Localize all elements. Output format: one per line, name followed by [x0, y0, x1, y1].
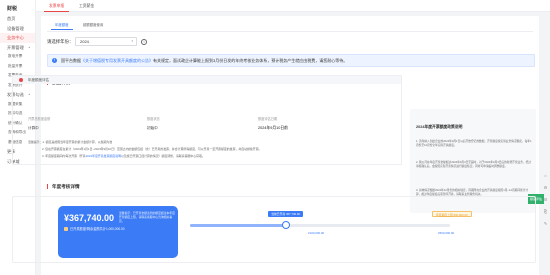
notice-policy-link[interactable]: 《关于增值税专用发票开具额度的公告》 [81, 58, 153, 63]
quota-detail-panel: 年度额度评估 开票总额度金额 计算中 额度状态 初始中 额度评估日期 2024年… [12, 75, 402, 165]
right-toolbar: ⌂ ⚙ ☰ ⎘ ✎ [542, 172, 550, 252]
divider [47, 31, 533, 32]
notice-banner: ! 国平台数据《关于增值税专用发票开具额度的公告》有关规定，面试政企计算能上报到… [47, 54, 535, 67]
amount-card-note: 温馨提示：已开票金额达到的额度超过本年度开票额度上限，请联系客服中心咨询相关事宜… [119, 211, 175, 223]
field-label-date: 额度评估日期 [258, 117, 278, 121]
year-select[interactable]: 2024 ▾ [75, 37, 137, 46]
sidebar-item-label: 数电开票 [8, 54, 23, 58]
year-filter-label: 请选择年份： [47, 39, 74, 44]
sidebar-item[interactable]: 批量开票 [0, 62, 35, 72]
hint-line-3: 3. 年度额度期间内每次开票（开具2024年度开具发票额度说明以及按日开票口径计… [28, 154, 398, 158]
field-label-status: 额度状态 [147, 117, 160, 121]
field-value-date: 2024年9月10日前 [258, 126, 288, 130]
sidebar-item[interactable]: 开票管理 ▴ [0, 43, 35, 53]
policy-explain-title: 2024年度开票额度政策说明 [416, 125, 463, 129]
coin-icon [64, 227, 68, 232]
sidebar-item-label: 开票管理 [7, 44, 24, 50]
tab-over-quota-usage[interactable]: 超额额度使用 [79, 22, 107, 30]
policy-explain-item: 1. 首年纳入到此企业的2024年9月1日以后开始登记的数据，开票额度按实际业务… [416, 140, 532, 147]
section-title-annual: 年度考核详情 [47, 184, 80, 189]
hint-line-3-suffix: 以及按日开票口径计算的情况）额度调整，请联系客服中心获取。 [121, 154, 205, 158]
chevron-down-icon: ▾ [131, 39, 133, 43]
sidebar-item-label: 业务中心 [7, 35, 24, 40]
hint-line-3-prefix: 3. 年度额度期间内每次开票（开具 [42, 154, 86, 158]
year-select-value: 2024 [80, 39, 89, 44]
sidebar-item[interactable]: 业务中心 [0, 33, 35, 43]
hint-link[interactable]: 2024年度开具发票额度说明 [86, 154, 121, 158]
notice-prefix: 国平台数据 [61, 58, 81, 63]
sidebar-item-label: 批量开票 [8, 63, 23, 68]
info-icon[interactable]: i [141, 38, 147, 45]
home-icon[interactable]: ⌂ [542, 172, 549, 179]
quota-progress-fill [190, 224, 287, 227]
detail-panel-header: 年度额度评估 [13, 76, 401, 84]
tab-invoice-declaration[interactable]: 发票申报 [44, 2, 70, 12]
field-label-total: 开票总额度金额 [28, 117, 51, 121]
sidebar-item[interactable]: 设备管理 [0, 24, 35, 34]
tab-salary[interactable]: 工资薪金 [74, 2, 99, 12]
gear-icon[interactable]: ⚙ [542, 184, 549, 191]
sidebar-item[interactable]: 数电开票 [0, 52, 35, 62]
sidebar-item[interactable]: 首页 [0, 14, 35, 24]
detail-panel-title: 年度额度评估 [28, 78, 49, 82]
amount-subtitle-text: 已开具额度/剩余金额共计1,000,000.00 [70, 227, 125, 231]
notice-text: 有关规定，面试政企计算能上报到3月份日发的年终考核业务体系，预计税务产生就应由税… [153, 58, 348, 63]
quota-progress-track [190, 224, 450, 227]
progress-current-bubble: 当前已开具 367,740.00 [268, 211, 303, 217]
edit-icon[interactable]: ✎ [542, 220, 549, 227]
brand-logo: 财税 [7, 6, 18, 12]
menu-icon[interactable]: ☰ [542, 196, 549, 203]
field-value-status: 初始中 [147, 126, 158, 130]
copy-icon[interactable]: ⎘ [542, 208, 549, 215]
status-dot-icon [19, 78, 23, 82]
hint-line-1: 温馨提示：1. 额度是按照当年度开票的累计金额计算，以属期为准 [28, 140, 113, 144]
sidebar-item-label: 首页 [7, 16, 16, 21]
chevron-up-icon: ▴ [28, 44, 30, 49]
amount-value: ¥367,740.00 [64, 213, 115, 223]
tick-label-right: ¥500,000.00 [438, 231, 455, 235]
field-value-total: 计算中 [28, 126, 39, 130]
tick-label-left: ¥100,000.00 [308, 231, 325, 235]
notice-icon: ! [52, 58, 57, 63]
amount-subtitle: 已开具额度/剩余金额共计1,000,000.00 [64, 226, 125, 232]
hint-line-2: 2. 您在开票额度在累计（2024年1月1日~2024年9月10日）范围之内的金… [42, 147, 262, 151]
sidebar-item-label: 设备管理 [7, 25, 24, 31]
top-bar: 发票申报 工资薪金 [36, 0, 550, 12]
tab-annual-quota[interactable]: 年度额度 [51, 22, 73, 30]
progress-limit-bubble: 年度额度上限 800,000.00 [432, 211, 472, 217]
policy-explain-item: 2. 我公司在年度开票金额超过2024年9月3日至届时，对于2024年9月3日后… [416, 161, 531, 168]
amount-card: ¥367,740.00 已开具额度/剩余金额共计1,000,000.00 温馨提… [58, 206, 178, 258]
